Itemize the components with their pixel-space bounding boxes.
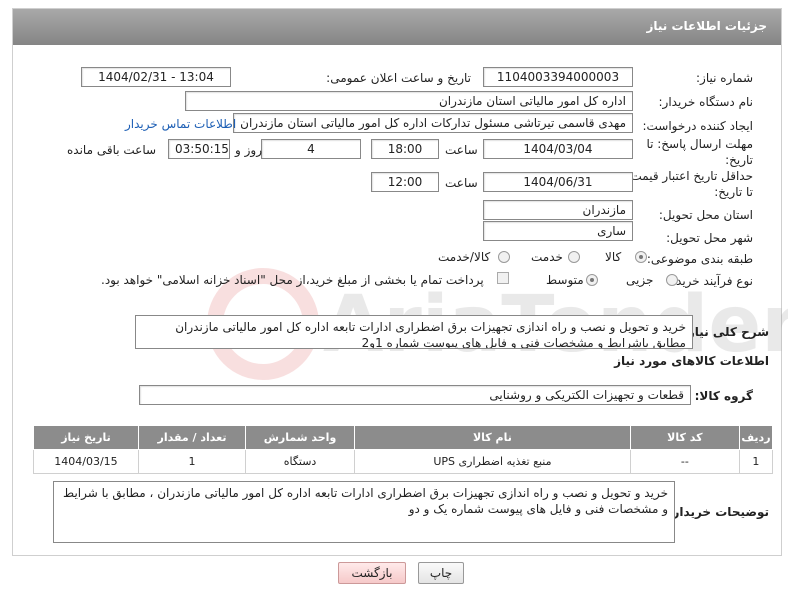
creator-label: ایجاد کننده درخواست: [642,119,753,133]
details-panel: جزئیات اطلاعات نیاز AriaTender.neT شماره… [12,8,788,556]
buyer-notes-field: خرید و تحویل و نصب و راه اندازی تجهیزات … [53,481,675,543]
need-number-field: 1104003394000003 [483,67,633,87]
goods-info-title: اطلاعات کالاهای مورد نیاز [614,354,769,368]
cell-unit: دستگاه [244,449,356,474]
price-time-field: 12:00 [371,172,439,192]
category-both-label: کالا/خدمت [438,250,491,264]
price-validity-label: حداقل تاریخ اعتبار قیمت: [626,169,753,183]
price-date-field: 1404/06/31 [483,172,633,192]
province-label: استان محل تحویل: [658,208,753,222]
category-goods-radio[interactable] [635,251,647,263]
col-row: ردیف [738,425,774,450]
payment-note: پرداخت تمام یا بخشی از مبلغ خرید،از محل … [101,273,484,287]
deadline-time-label: ساعت [445,143,478,157]
treasury-payment-checkbox[interactable] [497,272,509,284]
cell-quantity: 1 [137,449,246,474]
cell-code: -- [629,449,740,474]
col-unit: واحد شمارش [244,425,356,450]
print-button[interactable]: چاپ [418,562,464,584]
description-field: خرید و تحویل و نصب و راه اندازی تجهیزات … [135,315,693,349]
deadline-label: مهلت ارسال پاسخ: تا [646,137,753,151]
days-field: 4 [261,139,361,159]
cell-name: منبع تغذیه اضطراری UPS [354,449,631,474]
items-table: ردیف کد کالا نام کالا واحد شمارش تعداد /… [33,425,774,474]
deadline-label-date: تاریخ: [725,153,753,167]
province-field: مازندران [483,200,633,220]
goods-group-label: گروه کالا: [694,389,753,403]
category-service-radio[interactable] [568,251,580,263]
remaining-label: ساعت باقی مانده [67,143,157,157]
category-goods-label: کالا [605,250,622,264]
buyer-notes-label: توضیحات خریدار: [667,505,769,519]
contact-buyer-link[interactable]: اطلاعات تماس خریدار [125,117,236,131]
description-label: شرح کلی نیاز: [683,325,769,339]
price-validity-label-date: تا تاریخ: [714,185,753,199]
process-partial-label: جزیی [626,273,654,287]
city-label: شهر محل تحویل: [666,231,753,245]
table-header-row: ردیف کد کالا نام کالا واحد شمارش تعداد /… [33,425,774,450]
creator-field: مهدی قاسمی تیرتاشی مسئول تدارکات اداره ک… [233,113,633,133]
remaining-time-field: 03:50:15 [168,139,230,159]
price-time-label: ساعت [445,176,478,190]
category-service-label: خدمت [531,250,563,264]
deadline-time-field: 18:00 [371,139,439,159]
goods-group-field: قطعات و تجهیزات الکتریکی و روشنایی [139,385,691,405]
announce-field: 1404/02/31 - 13:04 [81,67,231,87]
cell-row: 1 [738,449,774,474]
process-medium-label: متوسط [546,273,584,287]
table-row: 1 -- منبع تغذیه اضطراری UPS دستگاه 1 140… [33,449,774,474]
col-quantity: تعداد / مقدار [137,425,246,450]
col-code: کد کالا [629,425,740,450]
buyer-org-field: اداره کل امور مالیاتی استان مازندران [185,91,633,111]
col-need-date: تاریخ نیاز [33,425,139,450]
process-medium-radio[interactable] [586,274,598,286]
announce-label: تاریخ و ساعت اعلان عمومی: [326,71,471,85]
category-label: طبقه بندی موضوعی: [646,252,753,266]
process-label: نوع فرآیند خرید : [668,274,753,288]
buyer-org-label: نام دستگاه خریدار: [658,95,754,109]
need-number-label: شماره نیاز: [696,71,753,85]
process-partial-radio[interactable] [666,274,678,286]
days-label: روز و [235,143,262,157]
category-both-radio[interactable] [498,251,510,263]
col-name: نام کالا [354,425,631,450]
back-button[interactable]: بازگشت [338,562,406,584]
cell-need-date: 1404/03/15 [33,449,139,474]
city-field: ساری [483,221,633,241]
deadline-date-field: 1404/03/04 [483,139,633,159]
page-title: جزئیات اطلاعات نیاز [13,9,781,45]
